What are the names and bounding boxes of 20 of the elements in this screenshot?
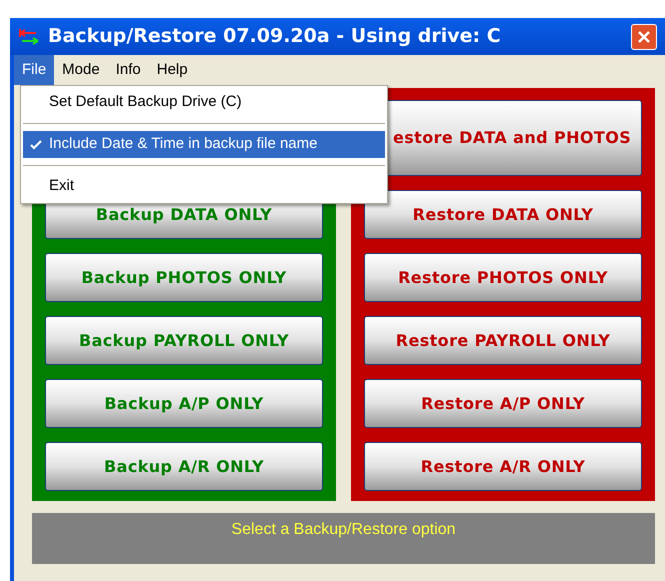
close-icon	[637, 30, 651, 44]
checkmark-icon	[30, 140, 42, 150]
option-button[interactable]: Backup A/P ONLY	[45, 379, 323, 428]
option-button[interactable]: Restore A/P ONLY	[364, 379, 642, 428]
status-bar: Select a Backup/Restore option	[32, 513, 655, 564]
menu-item[interactable]: Info	[108, 55, 149, 85]
option-button[interactable]: Backup A/R ONLY	[45, 442, 323, 491]
menu-item[interactable]: File	[14, 55, 54, 85]
dropdown-item[interactable]: Include Date & Time in backup file name	[23, 131, 385, 158]
option-button[interactable]: Backup PHOTOS ONLY	[45, 253, 323, 302]
menu-item[interactable]: Mode	[54, 55, 108, 85]
option-button[interactable]: Restore PHOTOS ONLY	[364, 253, 642, 302]
menu-item[interactable]: Help	[148, 55, 196, 85]
window-title: Backup/Restore 07.09.20a - Using drive: C	[48, 24, 502, 50]
option-button[interactable]: Restore PAYROLL ONLY	[364, 316, 642, 365]
option-button[interactable]: Restore DATA ONLY	[364, 190, 642, 239]
option-button[interactable]: Backup PAYROLL ONLY	[45, 316, 323, 365]
close-button[interactable]	[631, 24, 657, 50]
arrows-icon	[18, 26, 40, 46]
option-button[interactable]: Restore A/R ONLY	[364, 442, 642, 491]
